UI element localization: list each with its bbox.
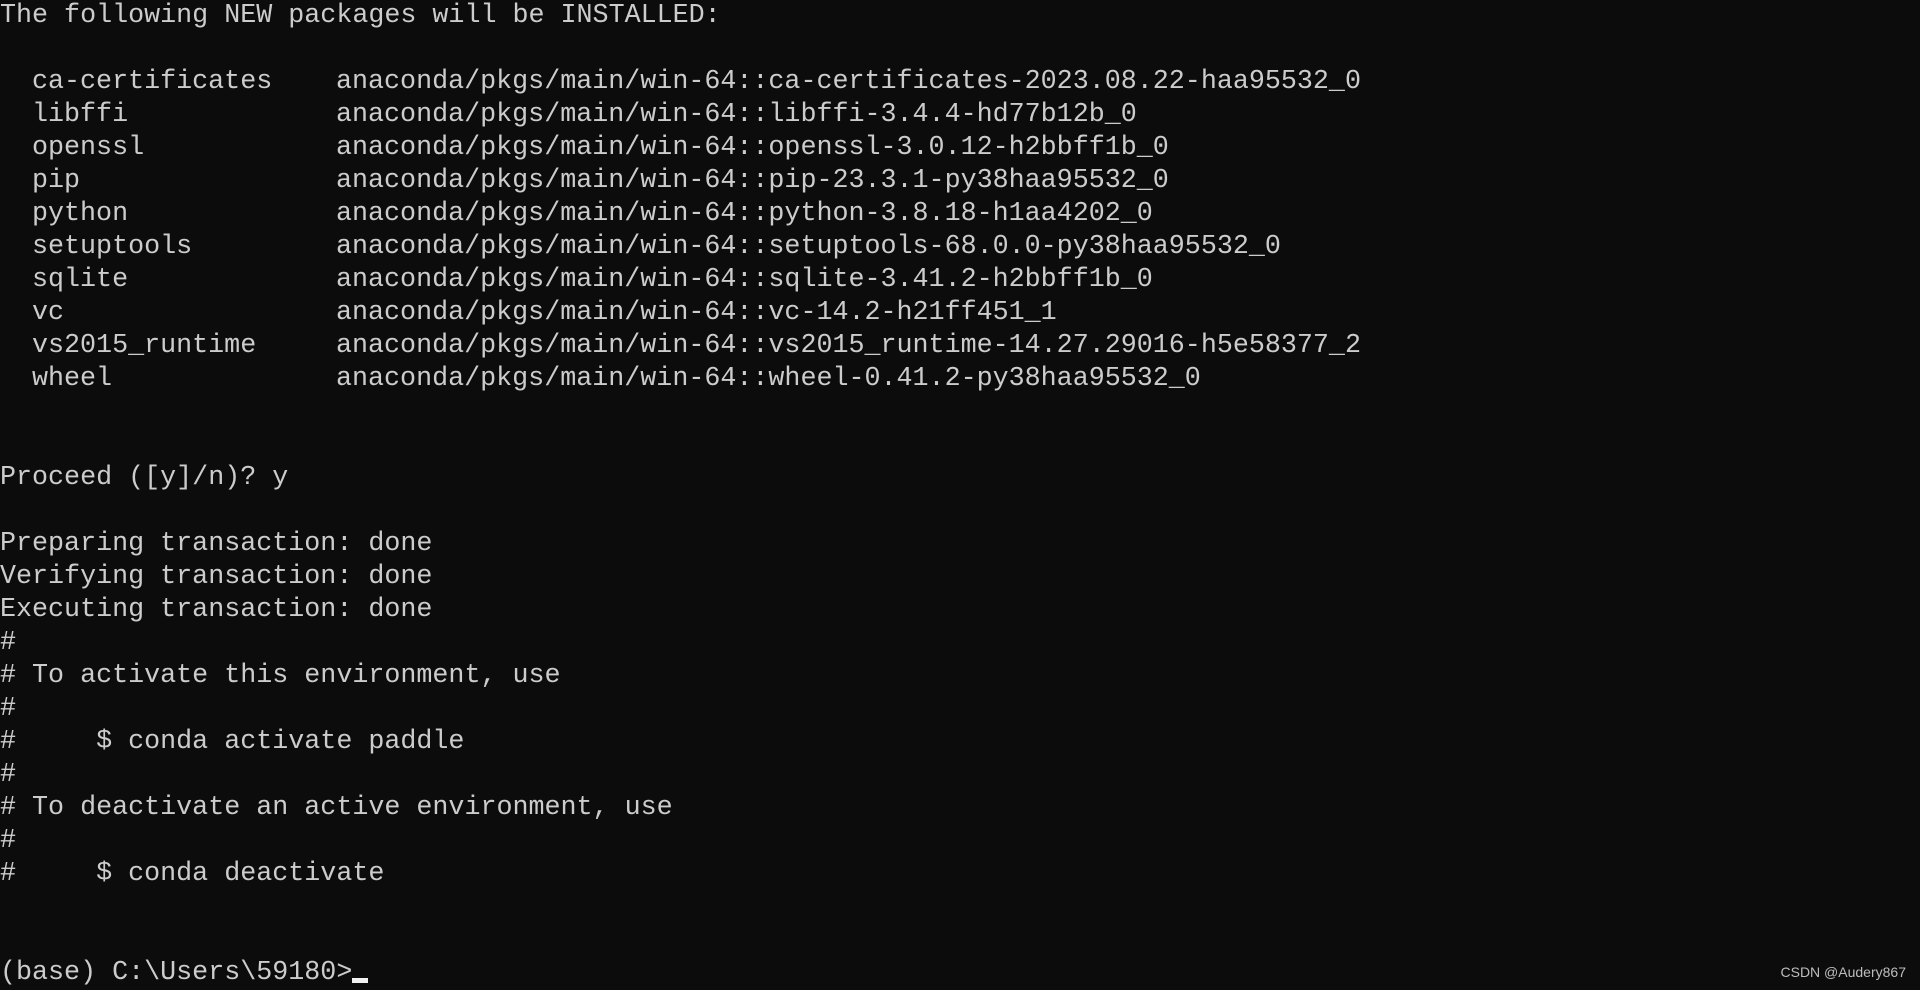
package-row: vc anaconda/pkgs/main/win-64::vc-14.2-h21…: [0, 297, 1920, 330]
text-cursor: [352, 978, 369, 983]
package-source: anaconda/pkgs/main/win-64::pip-23.3.1-py…: [336, 166, 1169, 196]
package-row: libffi anaconda/pkgs/main/win-64::libffi-…: [0, 99, 1920, 132]
verifying-status: Verifying transaction: done: [0, 562, 433, 592]
comment-line: #: [0, 694, 17, 724]
terminal-output[interactable]: The following NEW packages will be INSTA…: [0, 0, 1920, 990]
package-name: sqlite: [32, 265, 129, 295]
package-name: python: [32, 199, 129, 229]
deactivate-note: # To deactivate an active environment, u…: [0, 793, 673, 823]
comment-line: #: [0, 760, 17, 790]
package-source: anaconda/pkgs/main/win-64::setuptools-68…: [336, 232, 1281, 262]
comment-line: #: [0, 628, 17, 658]
package-row: openssl anaconda/pkgs/main/win-64::openss…: [0, 132, 1920, 165]
package-name: ca-certificates: [32, 67, 273, 97]
package-name: wheel: [32, 364, 113, 394]
package-row: vs2015_runtime anaconda/pkgs/main/win-64:…: [0, 330, 1920, 363]
package-name: vs2015_runtime: [32, 331, 257, 361]
package-source: anaconda/pkgs/main/win-64::openssl-3.0.1…: [336, 133, 1169, 163]
preparing-status: Preparing transaction: done: [0, 529, 433, 559]
package-source: anaconda/pkgs/main/win-64::vc-14.2-h21ff…: [336, 298, 1057, 328]
proceed-prompt: Proceed ([y]/n)? y: [0, 463, 289, 493]
package-row: setuptools anaconda/pkgs/main/win-64::set…: [0, 231, 1920, 264]
package-name: openssl: [32, 133, 145, 163]
command-prompt: (base) C:\Users\59180>: [0, 958, 353, 988]
watermark: CSDN @Audery867: [1780, 964, 1907, 980]
command-prompt-line[interactable]: (base) C:\Users\59180>: [0, 957, 1920, 990]
package-source: anaconda/pkgs/main/win-64::wheel-0.41.2-…: [336, 364, 1201, 394]
package-name: vc: [32, 298, 65, 328]
package-name: libffi: [32, 100, 129, 130]
install-header: The following NEW packages will be INSTA…: [0, 1, 721, 31]
package-row: pip anaconda/pkgs/main/win-64::pip-23.3.1…: [0, 165, 1920, 198]
executing-status: Executing transaction: done: [0, 595, 433, 625]
activate-note: # To activate this environment, use: [0, 661, 561, 691]
package-list: ca-certificates anaconda/pkgs/main/win-64…: [0, 66, 1920, 396]
comment-line: #: [0, 826, 17, 856]
package-source: anaconda/pkgs/main/win-64::libffi-3.4.4-…: [336, 100, 1137, 130]
package-source: anaconda/pkgs/main/win-64::ca-certificat…: [336, 67, 1361, 97]
deactivate-command: # $ conda deactivate: [0, 859, 385, 889]
package-source: anaconda/pkgs/main/win-64::sqlite-3.41.2…: [336, 265, 1153, 295]
package-source: anaconda/pkgs/main/win-64::vs2015_runtim…: [336, 331, 1361, 361]
package-row: ca-certificates anaconda/pkgs/main/win-64…: [0, 66, 1920, 99]
activate-command: # $ conda activate paddle: [0, 727, 465, 757]
package-row: wheel anaconda/pkgs/main/win-64::wheel-0.…: [0, 363, 1920, 396]
package-name: setuptools: [32, 232, 193, 262]
package-row: python anaconda/pkgs/main/win-64::python-…: [0, 198, 1920, 231]
package-source: anaconda/pkgs/main/win-64::python-3.8.18…: [336, 199, 1153, 229]
package-row: sqlite anaconda/pkgs/main/win-64::sqlite-…: [0, 264, 1920, 297]
package-name: pip: [32, 166, 81, 196]
